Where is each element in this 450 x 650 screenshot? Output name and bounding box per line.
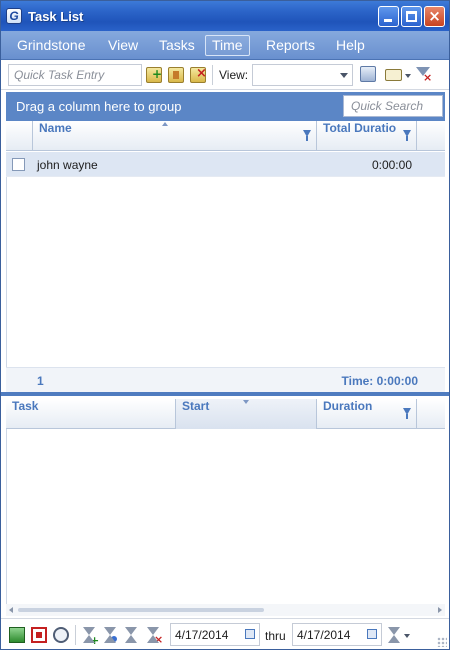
filter-icon[interactable] — [303, 130, 311, 141]
columns-icon[interactable] — [385, 69, 402, 81]
scroll-right-icon[interactable] — [438, 607, 442, 613]
menu-bar: Grindstone View Tasks Time Reports Help — [1, 31, 449, 60]
filter-icon[interactable] — [403, 130, 411, 141]
grid-left-border — [6, 177, 7, 367]
start-timer-icon[interactable] — [9, 627, 25, 643]
grid-left-border — [6, 429, 7, 604]
start-column-label: Start — [182, 399, 210, 413]
task-list-window: G Task List × Grindstone View Tasks Time… — [0, 0, 450, 650]
alarm-icon[interactable] — [53, 627, 69, 643]
chevron-down-icon — [340, 73, 348, 78]
task-grid-header: Name Total Duratio — [6, 121, 445, 151]
toolbar-separator — [75, 625, 76, 645]
duration-column-label: Duration — [323, 399, 373, 413]
start-date-value: 4/17/2014 — [175, 628, 229, 642]
stop-timer-icon[interactable] — [31, 627, 47, 643]
start-column-header[interactable]: Start — [175, 399, 316, 429]
calendar-icon[interactable] — [245, 629, 255, 639]
view-dropdown[interactable] — [252, 64, 353, 86]
close-icon: × — [428, 7, 441, 25]
add-task-icon[interactable] — [146, 67, 162, 83]
empty-column-header — [416, 399, 445, 429]
start-date-picker[interactable]: 4/17/2014 — [170, 623, 260, 646]
sort-descending-icon — [243, 400, 249, 404]
task-column-header[interactable]: Task — [6, 399, 175, 429]
task-row-checkbox[interactable] — [12, 158, 25, 171]
task-name: john wayne — [37, 158, 98, 172]
close-button[interactable]: × — [424, 6, 445, 27]
task-total-duration: 0:00:00 — [371, 158, 412, 172]
edit-time-icon[interactable] — [102, 627, 118, 643]
add-time-icon[interactable]: + — [81, 627, 99, 647]
delete-task-icon[interactable] — [190, 66, 207, 83]
end-date-picker[interactable]: 4/17/2014 — [292, 623, 382, 646]
filter-icon[interactable] — [403, 408, 411, 419]
task-grid-summary: 1 Time: 0:00:00 — [6, 367, 445, 392]
empty-column-header — [416, 121, 445, 151]
quick-search-input[interactable] — [343, 95, 443, 117]
menu-reports[interactable]: Reports — [259, 35, 322, 56]
delete-time-icon[interactable]: × — [145, 627, 164, 646]
approve-time-icon[interactable] — [123, 627, 139, 643]
date-range-dropdown-icon[interactable] — [404, 634, 410, 638]
toolbar-separator — [212, 65, 213, 85]
edit-badge-icon — [111, 636, 117, 642]
task-toolbar: View: — [1, 60, 449, 90]
edit-task-icon[interactable] — [168, 67, 184, 83]
pane-splitter[interactable] — [1, 392, 449, 396]
task-row[interactable]: john wayne 0:00:00 — [6, 152, 445, 177]
checkbox-column-header[interactable] — [6, 121, 32, 151]
quick-task-entry-input[interactable] — [8, 64, 142, 86]
total-time-summary: Time: 0:00:00 — [341, 374, 418, 388]
delete-badge-icon: × — [154, 633, 164, 646]
total-duration-column-label: Total Duratio — [323, 121, 397, 135]
menu-time[interactable]: Time — [205, 35, 250, 56]
sort-ascending-icon — [162, 122, 168, 126]
date-range-icon[interactable] — [386, 627, 402, 643]
columns-dropdown-arrow-icon[interactable] — [405, 74, 411, 78]
maximize-icon — [406, 11, 417, 22]
scrollbar-thumb[interactable] — [18, 608, 264, 612]
clear-filter-icon[interactable] — [416, 67, 432, 84]
minimize-button[interactable] — [378, 6, 399, 27]
calendar-icon[interactable] — [367, 629, 377, 639]
name-column-header[interactable]: Name — [32, 121, 316, 151]
group-by-panel[interactable]: Drag a column here to group — [6, 92, 445, 121]
task-column-label: Task — [12, 399, 39, 413]
duration-column-header[interactable]: Duration — [316, 399, 416, 429]
group-by-hint: Drag a column here to group — [16, 99, 182, 114]
menu-tasks[interactable]: Tasks — [152, 35, 202, 56]
minimize-icon — [384, 19, 392, 22]
view-label: View: — [219, 68, 249, 82]
time-grid-header: Task Start Duration — [6, 399, 445, 429]
total-duration-column-header[interactable]: Total Duratio — [316, 121, 416, 151]
grindstone-app-icon: G — [6, 8, 22, 24]
horizontal-scrollbar[interactable] — [6, 604, 445, 616]
end-date-value: 4/17/2014 — [297, 628, 351, 642]
scroll-left-icon[interactable] — [9, 607, 13, 613]
menu-view[interactable]: View — [101, 35, 145, 56]
time-toolbar: + × 4/17/2014 thru 4/17/2014 — [1, 618, 449, 649]
view-settings-icon[interactable] — [360, 66, 376, 82]
name-column-label: Name — [39, 121, 72, 135]
resize-grip-icon[interactable] — [437, 637, 447, 647]
menu-grindstone[interactable]: Grindstone — [10, 35, 92, 56]
plus-icon: + — [90, 634, 100, 647]
maximize-button[interactable] — [401, 6, 422, 27]
task-count: 1 — [37, 374, 44, 388]
menu-help[interactable]: Help — [329, 35, 372, 56]
title-bar[interactable]: G Task List × — [1, 1, 449, 31]
window-title: Task List — [28, 9, 84, 24]
thru-label: thru — [265, 629, 286, 643]
